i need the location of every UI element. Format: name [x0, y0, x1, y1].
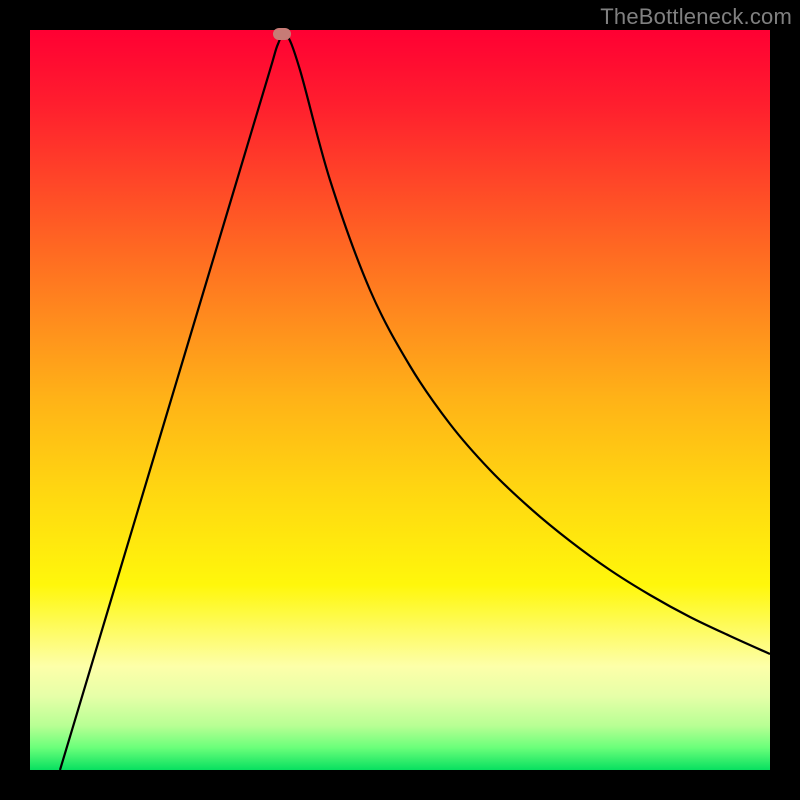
watermark-text: TheBottleneck.com [600, 4, 792, 30]
plot-area [30, 30, 770, 770]
chart-frame: TheBottleneck.com [0, 0, 800, 800]
minimum-marker [273, 28, 291, 40]
bottleneck-curve [30, 30, 770, 770]
